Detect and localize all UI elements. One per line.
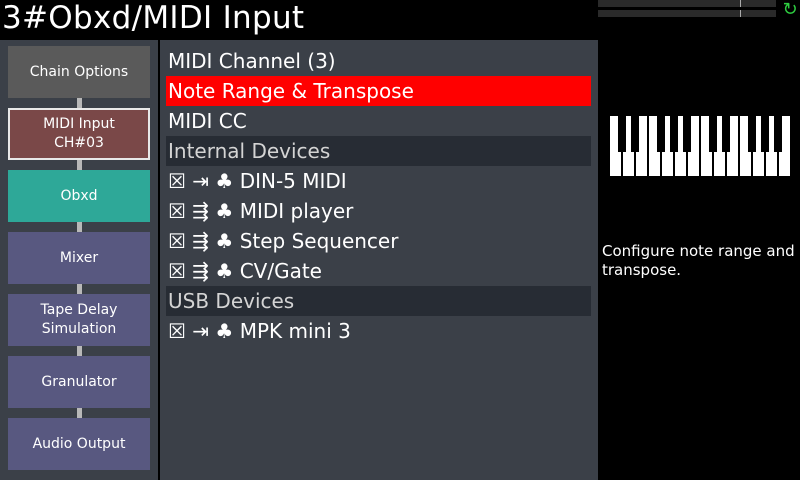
menu-item-note-range[interactable]: Note Range & Transpose [166, 76, 591, 106]
chain-item-midi-input[interactable]: MIDI Input CH#03 [8, 108, 150, 160]
menu-item-din5-midi[interactable]: ☒ ⇥ ♣ DIN-5 MIDI [166, 166, 591, 196]
section-header-internal-devices: Internal Devices [166, 136, 591, 166]
chain-item-label: Mixer [59, 249, 99, 266]
chain-item-tape-delay[interactable]: Tape Delay Simulation [8, 294, 150, 346]
midi-input-menu: MIDI Channel (3) Note Range & Transpose … [160, 40, 598, 480]
chain-item-audio-output[interactable]: Audio Output [8, 418, 150, 470]
chain-item-obxd[interactable]: Obxd [8, 170, 150, 222]
title-bar: 3#Obxd/MIDI Input [0, 0, 598, 40]
menu-item-step-sequencer[interactable]: ☒ ⇶ ♣ Step Sequencer [166, 226, 591, 256]
piano-keyboard-icon [610, 116, 790, 176]
meter-peak-tick [740, 10, 741, 17]
chain-item-label: Audio Output [32, 435, 126, 452]
audio-level-meters [598, 0, 778, 20]
level-meter-left [598, 0, 776, 7]
chain-item-label: Granulator [41, 373, 117, 390]
info-description: Configure note range and transpose. [602, 242, 795, 279]
menu-item-midi-cc[interactable]: MIDI CC [166, 106, 591, 136]
chain-item-granulator[interactable]: Granulator [8, 356, 150, 408]
menu-item-cv-gate[interactable]: ☒ ⇶ ♣ CV/Gate [166, 256, 591, 286]
level-meter-right [598, 10, 776, 17]
chain-item-label: Tape Delay Simulation [40, 302, 118, 337]
page-title: 3#Obxd/MIDI Input [2, 0, 305, 36]
chain-item-label: MIDI Input CH#03 [43, 116, 115, 151]
chain-item-label: Chain Options [29, 63, 129, 80]
menu-item-mpk-mini[interactable]: ☒ ⇥ ♣ MPK mini 3 [166, 316, 591, 346]
refresh-icon[interactable]: ↻ [780, 0, 800, 20]
chain-item-label: Obxd [60, 187, 98, 204]
section-header-usb-devices: USB Devices [166, 286, 591, 316]
menu-item-midi-player[interactable]: ☒ ⇶ ♣ MIDI player [166, 196, 591, 226]
menu-item-midi-channel[interactable]: MIDI Channel (3) [166, 46, 591, 76]
chain-item-mixer[interactable]: Mixer [8, 232, 150, 284]
meter-peak-tick [740, 0, 741, 7]
chain-item-chain-options[interactable]: Chain Options [8, 46, 150, 98]
